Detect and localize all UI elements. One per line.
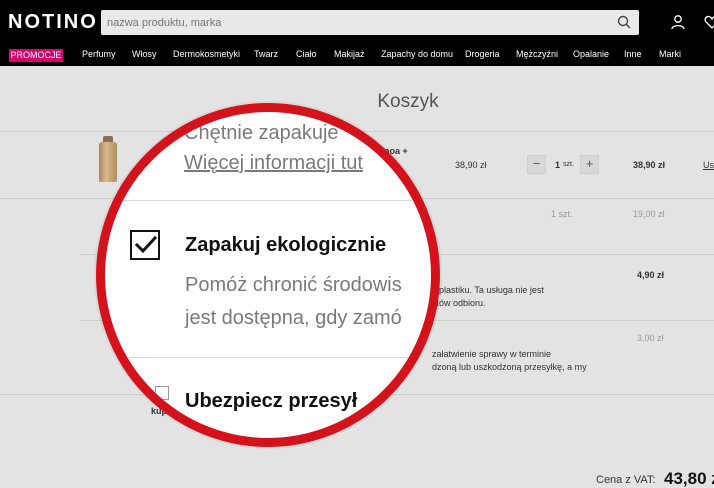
remove-link[interactable]: Us bbox=[703, 160, 714, 170]
gift-price: 19,00 zł bbox=[633, 209, 665, 219]
nav-item-perfumy[interactable]: Perfumy bbox=[82, 49, 116, 59]
qty-increase-button[interactable]: + bbox=[580, 155, 599, 174]
product-total: 38,90 zł bbox=[633, 160, 666, 170]
total-label: Cena z VAT: bbox=[596, 474, 656, 486]
insurance-desc-bg-1: załatwienie sprawy w terminie bbox=[432, 349, 552, 359]
heart-icon[interactable] bbox=[704, 14, 714, 30]
eco-desc-bg-2: stów odbioru. bbox=[432, 298, 486, 308]
nav-item-drogeria[interactable]: Drogeria bbox=[465, 49, 500, 59]
nav-item-inne[interactable]: Inne bbox=[624, 49, 642, 59]
checkmark-icon bbox=[134, 235, 158, 254]
total-value: 43,80 z bbox=[664, 469, 714, 488]
nav-item-wlosy[interactable]: Włosy bbox=[132, 49, 157, 59]
unit-price: 38,90 zł bbox=[455, 160, 487, 170]
product-image[interactable] bbox=[99, 142, 117, 182]
magnifier-callout: Chętnie zapakuje Więcej informacji tut Z… bbox=[96, 103, 440, 447]
insurance-desc-bg-2: dzoną lub uszkodzoną przesyłkę, a my bbox=[432, 362, 587, 372]
magnified-divider bbox=[105, 357, 431, 358]
eco-packaging-desc-1: Pomóż chronić środowis bbox=[185, 274, 402, 296]
nav-item-marki[interactable]: Marki bbox=[659, 49, 681, 59]
qty-unit: szt. bbox=[563, 161, 574, 168]
page-title: Koszyk bbox=[377, 91, 439, 112]
top-header: NOTINO bbox=[0, 0, 714, 44]
eco-packaging-desc-2: jest dostępna, gdy zamó bbox=[185, 307, 402, 329]
qty-value: 1 bbox=[555, 160, 561, 170]
eco-packaging-title: Zapakuj ekologicznie bbox=[185, 234, 387, 256]
gift-qty: 1 szt. bbox=[551, 209, 573, 219]
nav-item-cialo[interactable]: Ciało bbox=[296, 49, 317, 59]
insurance-title: Ubezpiecz przesył bbox=[185, 390, 358, 412]
nav-item-dermokosmetyki[interactable]: Dermokosmetyki bbox=[173, 49, 240, 59]
more-info-link[interactable]: Więcej informacji tut bbox=[184, 152, 363, 175]
magnified-divider bbox=[105, 200, 431, 201]
eco-price: 4,90 zł bbox=[637, 270, 665, 280]
eco-packaging-checkbox[interactable] bbox=[130, 230, 160, 260]
qty-decrease-button[interactable]: − bbox=[527, 155, 546, 174]
insurance-price: 3,00 zł bbox=[637, 333, 664, 343]
nav-item-twarz[interactable]: Twarz bbox=[254, 49, 278, 59]
notino-logo[interactable]: NOTINO bbox=[8, 11, 98, 34]
nav-item-mezczyzni[interactable]: Mężczyźni bbox=[516, 49, 558, 59]
nav-item-makijaz[interactable]: Makijaż bbox=[334, 49, 365, 59]
insurance-checkbox[interactable] bbox=[155, 386, 169, 400]
category-nav: PROMOCJE Perfumy Włosy Dermokosmetyki Tw… bbox=[0, 44, 714, 66]
nav-item-opalanie[interactable]: Opalanie bbox=[573, 49, 609, 59]
search-input[interactable] bbox=[107, 13, 607, 32]
search-bar[interactable] bbox=[101, 10, 639, 35]
magnified-gift-text: Chętnie zapakuje bbox=[184, 122, 339, 144]
nav-item-zapachy[interactable]: Zapachy do domu bbox=[381, 49, 453, 59]
eco-desc-bg-1: z plastiku. Ta usługa nie jest bbox=[432, 285, 544, 295]
user-icon[interactable] bbox=[670, 14, 686, 30]
search-icon[interactable] bbox=[617, 15, 631, 29]
nav-item-promocje[interactable]: PROMOCJE bbox=[9, 49, 63, 62]
